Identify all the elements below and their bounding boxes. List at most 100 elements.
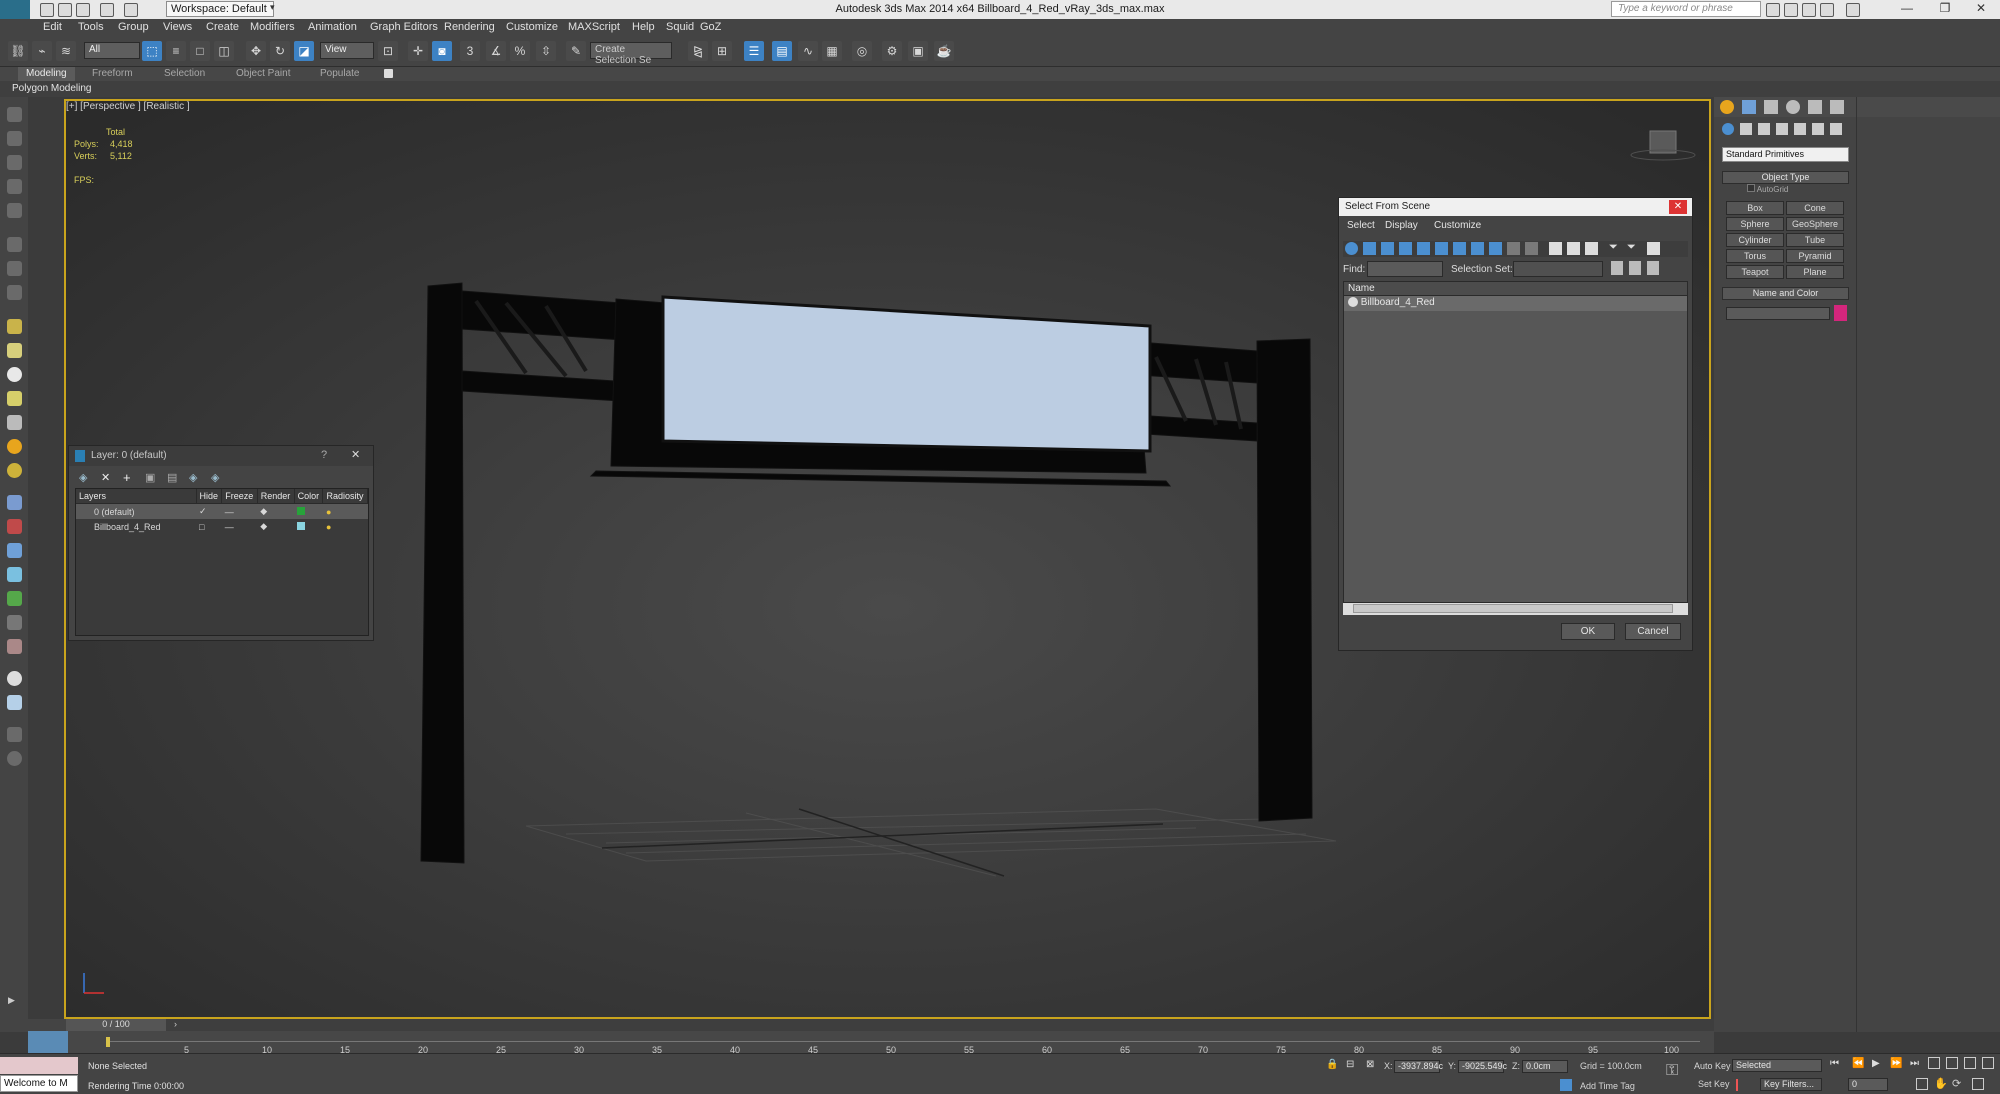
z-coordinate-field[interactable]: 0.0cm (1522, 1060, 1568, 1073)
hf-icon[interactable] (7, 615, 22, 630)
keyboard-shortcut-override-icon[interactable]: ◙ (432, 41, 452, 61)
plane-button[interactable]: Plane (1786, 265, 1844, 279)
maximize-viewport-icon[interactable] (1982, 1057, 1994, 1069)
tab-populate[interactable]: Populate (312, 67, 367, 81)
motion-tab-icon[interactable] (1786, 100, 1800, 114)
check-icon[interactable]: ✓ (196, 504, 222, 520)
add-time-tag[interactable]: Add Time Tag (1580, 1081, 1635, 1091)
menu-item-rendering[interactable]: Rendering (444, 21, 495, 33)
ribbon-panel-title[interactable]: Polygon Modeling (12, 83, 92, 94)
filter-frozen-icon[interactable] (1525, 242, 1538, 255)
menu-item-squid[interactable]: Squid (666, 21, 694, 33)
maximize-toggle-icon[interactable] (1972, 1078, 1984, 1090)
box-button[interactable]: Box (1726, 201, 1784, 215)
display-icon[interactable] (7, 203, 22, 218)
list-item[interactable]: Billboard_4_Red (1344, 296, 1687, 311)
display-tab-icon[interactable] (1808, 100, 1822, 114)
menu-item-help[interactable]: Help (632, 21, 655, 33)
reference-coordinate-dropdown[interactable]: View (320, 42, 374, 59)
cone-icon[interactable] (7, 415, 22, 430)
select-by-name-icon[interactable]: ≡ (166, 41, 186, 61)
hierarchy-tab-icon[interactable] (1764, 100, 1778, 114)
pan-icon[interactable]: ✋ (1934, 1077, 1948, 1090)
communication-icon[interactable] (1802, 3, 1816, 17)
material-editor-icon[interactable]: ◎ (852, 41, 872, 61)
minimize-icon[interactable]: — (1892, 1, 1922, 17)
menu-item-animation[interactable]: Animation (308, 21, 357, 33)
primitive-type-dropdown[interactable]: Standard Primitives (1722, 147, 1849, 162)
freeze-dash-icon[interactable]: — (222, 504, 257, 520)
restore-icon[interactable]: ❐ (1930, 1, 1960, 17)
layer-color-swatch[interactable] (297, 521, 306, 530)
lock-selection-icon[interactable]: 🔒 (1326, 1059, 1338, 1070)
rendered-frame-window-icon[interactable]: ▣ (908, 41, 928, 61)
table-row[interactable]: 0 (default) ✓ — ◆ ● (76, 503, 368, 520)
x-coordinate-field[interactable]: -3937.894c (1394, 1060, 1443, 1073)
col-freeze[interactable]: Freeze (221, 489, 258, 504)
select-invert-icon[interactable] (1585, 242, 1598, 255)
menu-item-views[interactable]: Views (163, 21, 192, 33)
named-selection-set-dropdown[interactable]: Create Selection Se (590, 42, 672, 66)
absolute-mode-icon[interactable]: ⊠ (1366, 1059, 1374, 1070)
utilities-tab-icon[interactable] (1830, 100, 1844, 114)
scene-explorer-icon[interactable]: ☰ (744, 41, 764, 61)
layer-name[interactable]: 0 (default) (76, 504, 196, 520)
select-manipulate-icon[interactable]: ✛ (408, 41, 428, 61)
help-icon[interactable]: ? (321, 449, 327, 461)
time-indicator[interactable] (106, 1037, 110, 1047)
filter-shapes-icon[interactable] (1363, 242, 1376, 255)
layer-dialog-titlebar[interactable]: Layer: 0 (default) ? ✕ (69, 446, 373, 466)
col-render[interactable]: Render (257, 489, 295, 504)
time-slider-thumb[interactable]: 0 / 100 (66, 1019, 166, 1031)
rectangular-selection-icon[interactable]: □ (190, 41, 210, 61)
layer-color-swatch[interactable] (297, 506, 306, 515)
key-mode-dropdown[interactable]: Selected (1732, 1059, 1822, 1072)
goto-start-icon[interactable]: ⏮ (1830, 1058, 1839, 1069)
teapot-button[interactable]: Teapot (1726, 265, 1784, 279)
angle-snap-icon[interactable]: ∡ (486, 41, 506, 61)
menu-item-modifiers[interactable]: Modifiers (250, 21, 295, 33)
key-icon[interactable]: ⚿ (1666, 1062, 1678, 1080)
filter-cameras-icon[interactable] (1399, 242, 1412, 255)
ribbon-toggle-icon[interactable] (384, 69, 393, 78)
create-tab-icon[interactable] (1720, 100, 1734, 114)
bind-spacewarp-icon[interactable]: ≋ (56, 41, 76, 61)
filter-helpers-icon[interactable] (1417, 242, 1430, 255)
delete-set-icon[interactable] (1647, 261, 1659, 275)
create-object-icon[interactable] (7, 107, 22, 122)
sfs-menu-display[interactable]: Display (1385, 220, 1418, 231)
spacewarp-icon[interactable] (7, 519, 22, 534)
maxscript-listener-pink[interactable] (0, 1057, 78, 1074)
freeze-dash-icon[interactable]: — (222, 519, 257, 534)
tube-button[interactable]: Tube (1786, 233, 1844, 247)
object-name-field[interactable] (1726, 307, 1830, 320)
time-slider[interactable]: 0 / 100 › (28, 1019, 1714, 1031)
filter-xrefs-icon[interactable] (1471, 242, 1484, 255)
col-name[interactable]: Name (1344, 282, 1687, 296)
set-keys-icon[interactable] (1736, 1079, 1748, 1091)
hierarchy-toggle-icon[interactable] (1647, 242, 1660, 255)
plane-icon[interactable] (7, 319, 22, 334)
filter-bones-icon[interactable] (1489, 242, 1502, 255)
autogrid-checkbox[interactable] (1747, 184, 1755, 192)
geometry-category-icon[interactable] (1722, 123, 1734, 135)
link-icon[interactable]: ⛓ (8, 41, 28, 61)
expand-arrow-icon[interactable]: ▶ (8, 995, 20, 1007)
highlight-layer-icon[interactable]: ◈ (189, 471, 197, 484)
chevron-down-icon[interactable]: ▾ (270, 2, 280, 16)
select-move-icon[interactable]: ✥ (246, 41, 266, 61)
pivot-center-icon[interactable]: ⊡ (378, 41, 398, 61)
tab-modeling[interactable]: Modeling (18, 67, 75, 81)
render-teapot-icon[interactable]: ◆ (257, 519, 294, 534)
torus-button[interactable]: Torus (1726, 249, 1784, 263)
geosphere-button[interactable]: GeoSphere (1786, 217, 1844, 231)
track-bar[interactable]: 5 10 15 20 25 30 35 40 45 50 55 60 65 70… (28, 1031, 1714, 1055)
search-input[interactable]: Type a keyword or phrase (1611, 1, 1761, 17)
time-slider-right-arrow[interactable]: › (174, 1019, 177, 1029)
previous-frame-icon[interactable]: ⏪ (1852, 1058, 1864, 1069)
select-scale-icon[interactable]: ◪ (294, 41, 314, 61)
object-type-header[interactable]: Object Type (1722, 171, 1849, 184)
render-production-icon[interactable]: ☕ (934, 41, 954, 61)
add-to-layer-icon[interactable]: ▣ (145, 471, 155, 484)
menu-item-edit[interactable]: Edit (43, 21, 62, 33)
